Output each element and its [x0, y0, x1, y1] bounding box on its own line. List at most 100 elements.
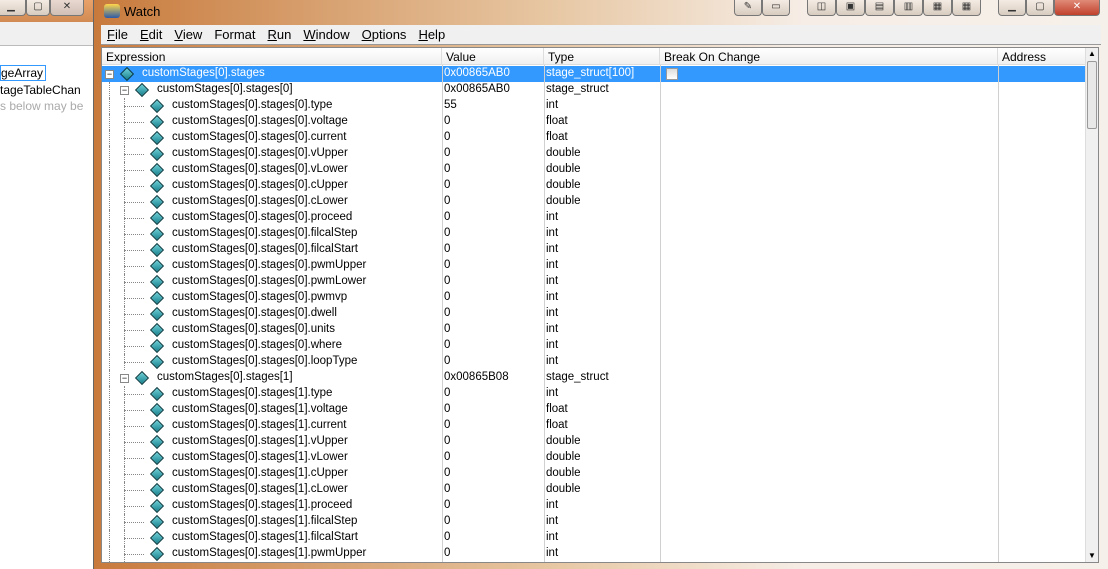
table-row[interactable]: customStages[0].stages[0].pwmLower 0 int	[102, 274, 1087, 290]
table-row[interactable]: customStages[0].stages[0].cUpper 0 double	[102, 178, 1087, 194]
menu-run[interactable]: Run	[262, 25, 298, 44]
close-button[interactable]: ✕	[1054, 0, 1100, 16]
table-row[interactable]: customStages[0].stages[0].type 55 int	[102, 98, 1087, 114]
collapse-toggle-icon[interactable]: −	[120, 86, 129, 95]
value-cell[interactable]: 0	[444, 403, 450, 415]
menu-options[interactable]: Options	[356, 25, 413, 44]
collapse-toggle-icon[interactable]: −	[105, 70, 114, 79]
value-cell[interactable]: 0	[444, 323, 450, 335]
scroll-down-arrow-icon[interactable]: ▼	[1086, 550, 1098, 562]
minimize-button[interactable]: ▁	[0, 0, 26, 16]
table-row[interactable]: customStages[0].stages[0].pwmUpper 0 int	[102, 258, 1087, 274]
type-cell: float	[546, 115, 568, 127]
tile-horizontal-icon[interactable]: ▦	[923, 0, 952, 16]
menu-view[interactable]: View	[168, 25, 208, 44]
value-cell[interactable]: 0	[444, 131, 450, 143]
scrollbar-thumb[interactable]	[1087, 61, 1097, 129]
table-row[interactable]: customStages[0].stages[0].pwmvp 0 int	[102, 290, 1087, 306]
value-cell[interactable]: 0	[444, 435, 450, 447]
value-cell[interactable]: 0	[444, 531, 450, 543]
value-cell[interactable]: 0	[444, 179, 450, 191]
value-cell[interactable]: 0	[444, 195, 450, 207]
menu-window[interactable]: Window	[297, 25, 355, 44]
table-row[interactable]: customStages[0].stages[0].vUpper 0 double	[102, 146, 1087, 162]
menu-help[interactable]: Help	[412, 25, 451, 44]
menu-edit[interactable]: Edit	[134, 25, 168, 44]
value-cell[interactable]: 0	[444, 243, 450, 255]
table-row[interactable]: customStages[0].stages[0].current 0 float	[102, 130, 1087, 146]
table-row[interactable]: customStages[0].stages[1].filcalStart 0 in…	[102, 530, 1087, 546]
maximize-button[interactable]: ▢	[1026, 0, 1054, 16]
value-cell[interactable]: 0	[444, 211, 450, 223]
table-row[interactable]: customStages[0].stages[0].cLower 0 double	[102, 194, 1087, 210]
value-cell[interactable]: 0	[444, 355, 450, 367]
table-row[interactable]: customStages[0].stages[1].vUpper 0 double	[102, 434, 1087, 450]
value-cell[interactable]: 0x00865AB0	[444, 83, 510, 95]
table-row[interactable]: customStages[0].stages[1].filcalStep 0 int	[102, 514, 1087, 530]
scroll-up-arrow-icon[interactable]: ▲	[1086, 48, 1098, 60]
table-row[interactable]: − customStages[0].stages[1] 0x00865B08 stag…	[102, 370, 1087, 386]
table-row[interactable]: customStages[0].stages[1].voltage 0 float	[102, 402, 1087, 418]
value-cell[interactable]: 0	[444, 259, 450, 271]
value-cell[interactable]: 0	[444, 115, 450, 127]
pin-icon[interactable]: ✎	[734, 0, 762, 16]
column-header-address[interactable]: Address	[998, 48, 1087, 65]
dock-center-icon[interactable]: ▣	[836, 0, 865, 16]
value-cell[interactable]: 0x00865AB0	[444, 67, 510, 79]
value-cell[interactable]: 0	[444, 147, 450, 159]
column-header-break-on-change[interactable]: Break On Change	[660, 48, 998, 65]
value-cell[interactable]: 0	[444, 227, 450, 239]
table-row[interactable]: customStages[0].stages[0].filcalStart 0 in…	[102, 242, 1087, 258]
table-row[interactable]: customStages[0].stages[0].vLower 0 double	[102, 162, 1087, 178]
table-row[interactable]: customStages[0].stages[0].where 0 int	[102, 338, 1087, 354]
column-header-expression[interactable]: Expression	[102, 48, 442, 65]
table-row[interactable]: customStages[0].stages[1].current 0 float	[102, 418, 1087, 434]
table-row[interactable]: customStages[0].stages[1].type 0 int	[102, 386, 1087, 402]
dock-top-icon[interactable]: ▤	[865, 0, 894, 16]
column-header-value[interactable]: Value	[442, 48, 544, 65]
value-cell[interactable]: 55	[444, 99, 457, 111]
dock-bottom-icon[interactable]: ▥	[894, 0, 923, 16]
table-row[interactable]: customStages[0].stages[0].loopType 0 int	[102, 354, 1087, 370]
value-cell[interactable]: 0	[444, 515, 450, 527]
menu-file[interactable]: File	[101, 25, 134, 44]
value-cell[interactable]: 0	[444, 339, 450, 351]
table-row[interactable]: customStages[0].stages[1].proceed 0 int	[102, 498, 1087, 514]
collapse-toggle-icon[interactable]: −	[120, 374, 129, 383]
bg-text-field[interactable]: geArray	[0, 65, 47, 81]
close-button[interactable]: ✕	[50, 0, 84, 16]
tile-vertical-icon[interactable]: ▦	[952, 0, 981, 16]
dock-left-icon[interactable]: ◫	[807, 0, 836, 16]
value-cell[interactable]: 0	[444, 291, 450, 303]
value-cell[interactable]: 0	[444, 451, 450, 463]
type-cell: int	[546, 291, 559, 303]
value-cell[interactable]: 0	[444, 467, 450, 479]
table-row[interactable]: customStages[0].stages[0].filcalStep 0 int	[102, 226, 1087, 242]
table-row[interactable]: customStages[0].stages[0].voltage 0 float	[102, 114, 1087, 130]
menu-format[interactable]: Format	[208, 25, 261, 44]
table-row[interactable]: − customStages[0].stages[0] 0x00865AB0 stag…	[102, 82, 1087, 98]
value-cell[interactable]: 0	[444, 275, 450, 287]
table-row[interactable]: customStages[0].stages[0].proceed 0 int	[102, 210, 1087, 226]
value-cell[interactable]: 0	[444, 547, 450, 559]
value-cell[interactable]: 0	[444, 307, 450, 319]
table-row[interactable]: customStages[0].stages[1].cUpper 0 double	[102, 466, 1087, 482]
table-row[interactable]: − customStages[0].stages 0x00865AB0 stage_s…	[102, 66, 1087, 82]
table-row[interactable]: customStages[0].stages[0].units 0 int	[102, 322, 1087, 338]
break-on-change-checkbox[interactable]	[666, 68, 678, 80]
value-cell[interactable]: 0	[444, 387, 450, 399]
table-row[interactable]: customStages[0].stages[1].vLower 0 double	[102, 450, 1087, 466]
value-cell[interactable]: 0	[444, 163, 450, 175]
float-window-icon[interactable]: ▭	[762, 0, 790, 16]
vertical-scrollbar[interactable]: ▲ ▼	[1085, 48, 1098, 562]
value-cell[interactable]: 0	[444, 483, 450, 495]
value-cell[interactable]: 0x00865B08	[444, 371, 509, 383]
table-row[interactable]: customStages[0].stages[1].pwmUpper 0 int	[102, 546, 1087, 562]
value-cell[interactable]: 0	[444, 419, 450, 431]
table-row[interactable]: customStages[0].stages[1].cLower 0 double	[102, 482, 1087, 498]
column-header-type[interactable]: Type	[544, 48, 660, 65]
table-row[interactable]: customStages[0].stages[0].dwell 0 int	[102, 306, 1087, 322]
value-cell[interactable]: 0	[444, 499, 450, 511]
maximize-button[interactable]: ▢	[26, 0, 50, 16]
minimize-button[interactable]: ▁	[998, 0, 1026, 16]
